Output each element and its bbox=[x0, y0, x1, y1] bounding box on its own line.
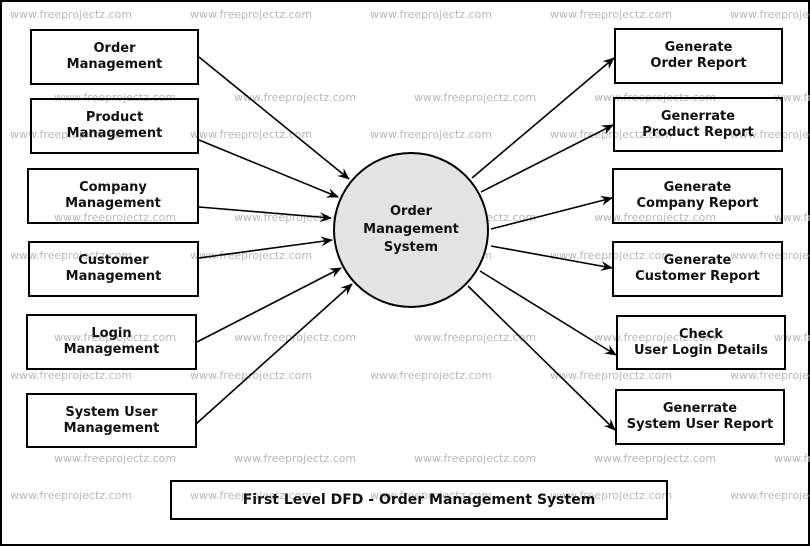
entity-label-line: Generate bbox=[664, 40, 733, 55]
central-process-order-management-system[interactable]: Order Management System bbox=[333, 152, 489, 308]
entity-label-line: Generrate bbox=[662, 401, 738, 416]
entity-label-line: Product Report bbox=[642, 124, 754, 140]
flow-arrow-to-generate-company-report bbox=[490, 195, 613, 230]
flow-arrow-to-check-user-login-details bbox=[479, 270, 617, 356]
entity-generate-system-user-report[interactable]: Generrate System User Report bbox=[615, 389, 785, 445]
entity-label-line: System User Report bbox=[626, 417, 774, 432]
flow-arrow-system-user-management-to-process bbox=[195, 283, 353, 425]
entity-system-user-management[interactable]: System User Management bbox=[26, 393, 197, 448]
entity-label-line: Generate bbox=[663, 253, 732, 268]
process-label-line: Order bbox=[390, 204, 432, 219]
flow-arrow-to-generate-customer-report bbox=[490, 245, 613, 271]
entity-label-line: Check bbox=[679, 326, 723, 342]
entity-generate-company-report[interactable]: Generate Company Report bbox=[612, 168, 783, 224]
entity-product-management[interactable]: Product Management bbox=[30, 98, 199, 154]
entity-label-line: Management bbox=[65, 196, 161, 211]
entity-generate-order-report[interactable]: Generate Order Report bbox=[614, 28, 783, 84]
process-label-line: Management bbox=[363, 222, 459, 237]
entity-customer-management[interactable]: Customer Management bbox=[28, 241, 199, 297]
flow-arrow-company-management-to-process bbox=[198, 206, 332, 223]
entity-label-line: Company bbox=[79, 180, 147, 195]
entity-label-line: Order bbox=[93, 41, 136, 56]
entity-label-line: Management bbox=[66, 126, 163, 141]
entity-login-management[interactable]: Login Management bbox=[26, 314, 197, 370]
flow-arrow-customer-management-to-process bbox=[198, 236, 333, 259]
entity-label-line: Generrate bbox=[660, 108, 736, 124]
entity-generate-product-report[interactable]: Generrate Product Report bbox=[613, 97, 783, 152]
entity-label-line: Management bbox=[63, 342, 160, 357]
entity-label-line: Product bbox=[85, 110, 144, 125]
flow-arrow-to-generate-system-user-report bbox=[467, 285, 616, 431]
entity-label-line: System User bbox=[65, 404, 158, 420]
entity-label-line: Customer bbox=[78, 253, 149, 268]
entity-label-line: Company Report bbox=[636, 196, 759, 211]
entity-check-user-login-details[interactable]: Check User Login Details bbox=[616, 315, 786, 370]
flow-arrow-to-generate-product-report bbox=[480, 124, 614, 193]
entity-company-management[interactable]: Company Management bbox=[27, 168, 199, 224]
flow-arrow-product-management-to-process bbox=[198, 139, 339, 198]
diagram-title: First Level DFD - Order Management Syste… bbox=[170, 480, 668, 520]
entity-generate-customer-report[interactable]: Generate Customer Report bbox=[612, 241, 783, 297]
entity-label-line: Management bbox=[65, 269, 162, 284]
entity-label-line: Login bbox=[91, 326, 132, 341]
entity-label-line: Management bbox=[63, 420, 160, 436]
entity-label-line: Customer Report bbox=[635, 269, 760, 284]
entity-label-line: User Login Details bbox=[633, 342, 769, 358]
entity-label-line: Order Report bbox=[650, 56, 747, 71]
entity-label-line: Generate bbox=[663, 180, 732, 195]
entity-label-line: Management bbox=[66, 57, 163, 72]
flow-arrow-login-management-to-process bbox=[196, 267, 342, 343]
entity-order-management[interactable]: Order Management bbox=[30, 29, 199, 85]
diagram-title-text: First Level DFD - Order Management Syste… bbox=[242, 492, 596, 508]
flow-arrow-order-management-to-process bbox=[198, 56, 350, 180]
process-label-line: System bbox=[383, 240, 439, 255]
